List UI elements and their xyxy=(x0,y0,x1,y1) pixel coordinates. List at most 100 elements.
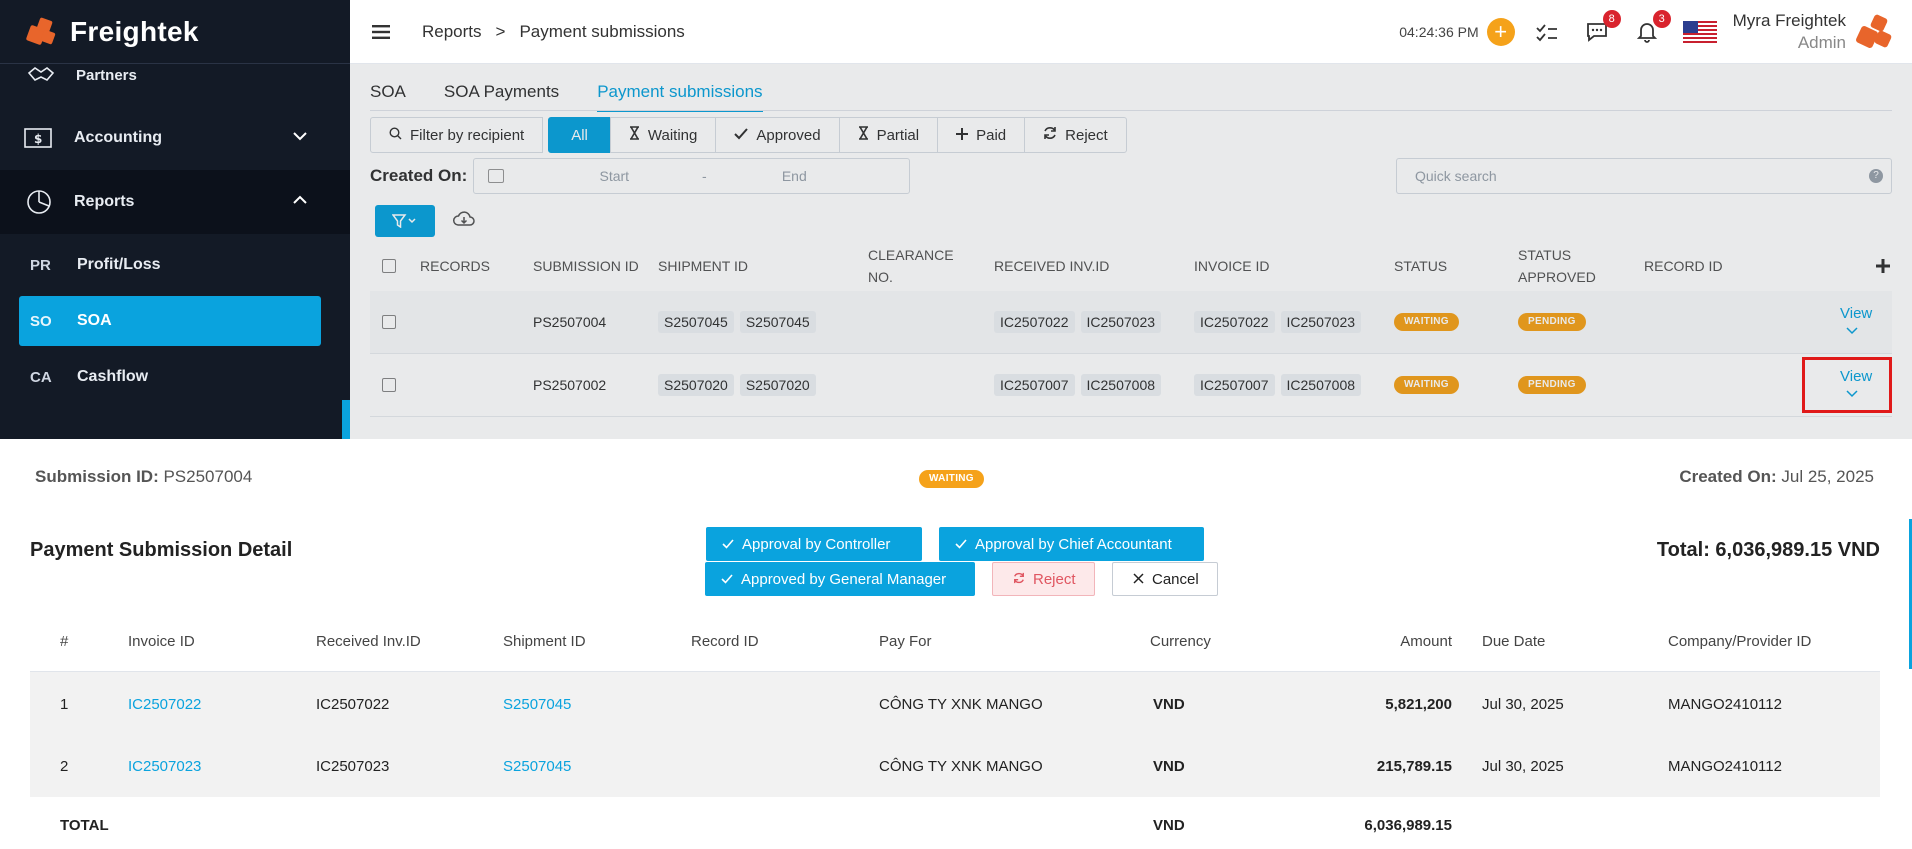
calendar-icon xyxy=(488,169,505,183)
approval-status-badge: PENDING xyxy=(1518,376,1586,394)
user-info[interactable]: Myra Freightek Admin xyxy=(1733,10,1846,54)
table-row[interactable]: PS2507004 S2507045 S2507045 IC2507022 IC25… xyxy=(370,291,1892,354)
detail-submission-id: Submission ID: PS2507004 xyxy=(35,467,252,487)
shipment-ids: S2507045 S2507045 xyxy=(658,311,822,333)
hamburger-menu-icon[interactable] xyxy=(372,19,390,45)
task-list-icon[interactable] xyxy=(1533,18,1561,46)
pay-for: CÔNG TY XNK MANGO xyxy=(879,695,1043,713)
button-label: Cancel xyxy=(1152,570,1199,588)
filter-partial-button[interactable]: Partial xyxy=(838,117,939,153)
add-column-icon[interactable] xyxy=(1876,257,1890,278)
end-date-placeholder[interactable]: End xyxy=(724,168,864,184)
funnel-icon xyxy=(392,214,416,228)
row-checkbox[interactable] xyxy=(382,315,396,329)
sidebar-item-reports[interactable]: Reports xyxy=(0,170,350,234)
breadcrumb-reports[interactable]: Reports xyxy=(422,22,482,42)
avatar[interactable] xyxy=(1854,12,1894,52)
sidebar-item-label: Cashflow xyxy=(77,368,149,385)
shipment-link[interactable]: S2507045 xyxy=(503,696,571,713)
column-header[interactable]: SHIPMENT ID xyxy=(658,258,748,274)
brand[interactable]: Freightek xyxy=(0,0,350,64)
column-header: # xyxy=(60,633,69,650)
total-currency: VND xyxy=(1153,817,1185,834)
shipment-tag: S2507020 xyxy=(658,374,734,396)
sidebar-item-label: Profit/Loss xyxy=(77,256,161,273)
approved-by-general-manager-button[interactable]: Approved by General Manager xyxy=(705,562,975,596)
reject-button[interactable]: Reject xyxy=(992,562,1095,596)
start-date-placeholder[interactable]: Start xyxy=(544,168,684,184)
shipment-link[interactable]: S2507045 xyxy=(503,758,571,775)
sidebar-item-accounting[interactable]: $ Accounting xyxy=(0,106,350,170)
quick-search-placeholder: Quick search xyxy=(1415,168,1497,184)
tab-payment-submissions[interactable]: Payment submissions xyxy=(597,82,763,112)
created-on-label: Created On: xyxy=(370,166,468,185)
help-icon[interactable]: ? xyxy=(1869,169,1883,183)
tabs-divider xyxy=(370,110,1892,111)
notifications-badge: 3 xyxy=(1652,10,1671,28)
sidebar-item-soa[interactable]: SO SOA xyxy=(19,296,321,346)
messages-icon[interactable]: 8 xyxy=(1583,10,1621,46)
column-filter-button[interactable] xyxy=(375,205,435,237)
cancel-button[interactable]: Cancel xyxy=(1112,562,1218,596)
button-label: Approval by Controller xyxy=(742,535,891,553)
detail-total: Total: 6,036,989.15 VND xyxy=(1656,539,1880,561)
date-range-input[interactable]: Start - End xyxy=(473,158,911,194)
select-all-checkbox[interactable] xyxy=(382,259,396,273)
sidebar-scrollbar[interactable] xyxy=(342,400,350,439)
tab-soa[interactable]: SOA xyxy=(370,82,406,112)
view-dropdown-button[interactable]: View xyxy=(1840,305,1892,339)
table-row[interactable]: PS2507002 S2507020 S2507020 IC2507007 IC25… xyxy=(370,354,1892,417)
cloud-download-icon[interactable] xyxy=(453,210,475,232)
filter-approved-button[interactable]: Approved xyxy=(715,117,840,153)
sidebar-item-code: PR xyxy=(30,256,51,274)
money-icon: $ xyxy=(24,126,54,150)
filter-by-recipient-button[interactable]: Filter by recipient xyxy=(370,117,544,153)
column-header[interactable]: RECEIVED INV.ID xyxy=(994,258,1109,274)
us-flag-icon[interactable] xyxy=(1682,21,1717,43)
column-header[interactable]: RECORD ID xyxy=(1644,258,1723,274)
column-header[interactable]: RECORDS xyxy=(420,258,490,274)
created-on-value: Jul 25, 2025 xyxy=(1781,467,1874,486)
bell-icon[interactable]: 3 xyxy=(1633,10,1671,46)
received-tag: IC2507007 xyxy=(994,374,1075,396)
created-on-label: Created On: xyxy=(1679,467,1777,486)
sidebar-item-partners[interactable]: Partners xyxy=(0,60,350,90)
column-header[interactable]: INVOICE ID xyxy=(1194,258,1269,274)
column-header[interactable]: STATUS APPROVED xyxy=(1518,244,1608,288)
tabs: SOA SOA Payments Payment submissions xyxy=(370,82,763,112)
filter-waiting-button[interactable]: Waiting xyxy=(609,117,717,153)
column-header[interactable]: SUBMISSION ID xyxy=(533,258,639,274)
table-row: 2 IC2507023 IC2507023 S2507045 CÔNG TY X… xyxy=(30,736,1880,797)
shipment-ids: S2507020 S2507020 xyxy=(658,374,822,396)
filter-reject-button[interactable]: Reject xyxy=(1024,117,1127,153)
filter-label: Waiting xyxy=(647,126,698,144)
sidebar-item-cashflow[interactable]: CA Cashflow xyxy=(19,352,321,402)
row-checkbox[interactable] xyxy=(382,378,396,392)
created-on-filter: Created On: Start - End xyxy=(370,158,911,194)
approval-by-chief-accountant-button[interactable]: Approval by Chief Accountant xyxy=(939,527,1204,561)
total-label: TOTAL xyxy=(60,817,109,834)
filter-paid-button[interactable]: Paid xyxy=(937,117,1026,153)
approval-by-controller-button[interactable]: Approval by Controller xyxy=(706,527,922,561)
payment-submission-detail-panel: Submission ID: PS2507004 WAITING Created… xyxy=(0,439,1912,849)
column-header[interactable]: STATUS xyxy=(1394,258,1447,274)
filter-label: All xyxy=(571,126,588,144)
column-header: Shipment ID xyxy=(503,633,586,650)
check-icon xyxy=(734,127,749,144)
column-header[interactable]: CLEARANCE NO. xyxy=(868,244,958,288)
table-total-row: TOTAL VND 6,036,989.15 xyxy=(30,797,1880,837)
submission-id: PS2507004 xyxy=(533,314,607,330)
hourglass-icon xyxy=(858,126,869,144)
quick-search-input[interactable]: Quick search ? xyxy=(1396,158,1892,194)
sidebar-item-label: Partners xyxy=(76,66,137,84)
invoice-link[interactable]: IC2507023 xyxy=(128,758,201,775)
amount: 5,821,200 xyxy=(1385,695,1452,713)
tab-soa-payments[interactable]: SOA Payments xyxy=(444,82,559,112)
breadcrumb-current: Payment submissions xyxy=(519,21,685,41)
quick-add-button[interactable]: + xyxy=(1486,18,1515,46)
button-label: Approval by Chief Accountant xyxy=(975,535,1172,553)
sidebar-item-profit-loss[interactable]: PR Profit/Loss xyxy=(19,240,321,290)
invoice-link[interactable]: IC2507022 xyxy=(128,696,201,713)
filter-all-button[interactable]: All xyxy=(548,117,611,153)
amount: 215,789.15 xyxy=(1376,758,1452,775)
